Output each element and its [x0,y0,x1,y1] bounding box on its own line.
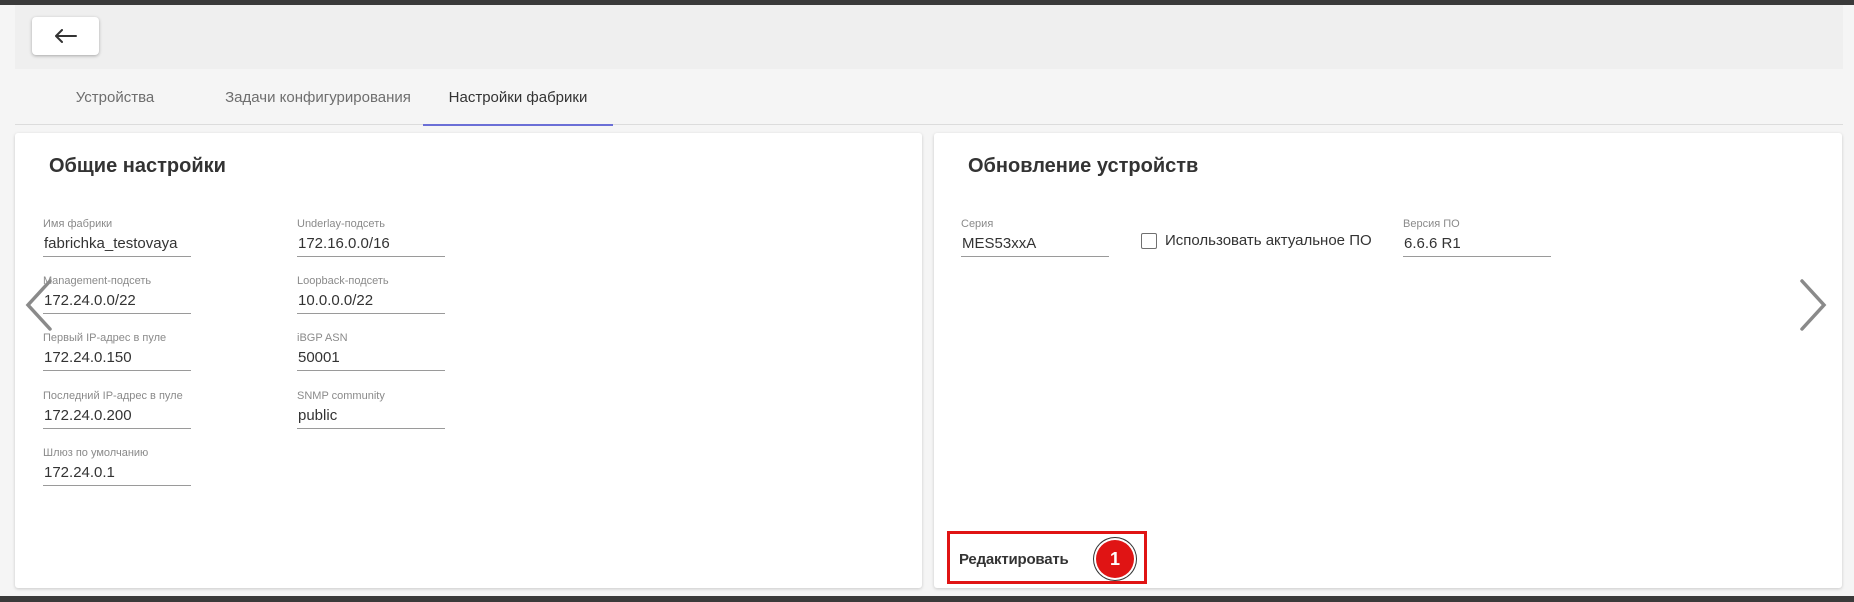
management-subnet-field[interactable]: Management-подсеть 172.24.0.0/22 [43,274,191,314]
checkbox-label: Использовать актуальное ПО [1165,232,1372,249]
tab-devices[interactable]: Устройства [35,69,195,125]
chevron-right-icon[interactable] [1796,277,1830,333]
use-latest-software-checkbox[interactable]: Использовать актуальное ПО [1141,232,1372,249]
top-bar [15,5,1843,69]
underlay-subnet-field[interactable]: Underlay-подсеть 172.16.0.0/16 [297,217,445,257]
fabric-name-field[interactable]: Имя фабрики fabrichka_testovaya [43,217,191,257]
arrow-left-icon [54,29,77,43]
series-field[interactable]: Серия MES53xxA [961,217,1109,257]
checkbox-box[interactable] [1141,232,1157,249]
snmp-community-field[interactable]: SNMP community public [297,389,445,429]
field-value: 50001 [297,347,445,371]
first-ip-field[interactable]: Первый IP-адрес в пуле 172.24.0.150 [43,331,191,371]
field-value: 10.0.0.0/22 [297,290,445,314]
software-version-field[interactable]: Версия ПО 6.6.6 R1 [1403,217,1551,257]
field-value: fabrichka_testovaya [43,233,191,257]
default-gateway-field[interactable]: Шлюз по умолчанию 172.24.0.1 [43,446,191,486]
field-label: Последний IP-адрес в пуле [43,390,183,402]
last-ip-field[interactable]: Последний IP-адрес в пуле 172.24.0.200 [43,389,191,429]
field-value: 172.24.0.200 [43,405,191,429]
field-label: iBGP ASN [297,332,348,344]
field-value: 172.16.0.0/16 [297,233,445,257]
loopback-subnet-field[interactable]: Loopback-подсеть 10.0.0.0/22 [297,274,445,314]
field-value: MES53xxA [961,233,1109,257]
field-label: Шлюз по умолчанию [43,447,149,459]
field-label: Имя фабрики [43,218,113,230]
field-label: SNMP community [297,390,385,402]
general-settings-title: Общие настройки [49,155,226,177]
edit-button[interactable]: Редактировать [959,551,1069,568]
tab-bar: Устройства Задачи конфигурирования Настр… [15,69,1843,126]
step-badge: 1 [1096,540,1134,578]
field-label: Версия ПО [1403,218,1460,230]
ibgp-asn-field[interactable]: iBGP ASN 50001 [297,331,445,371]
field-value: 172.24.0.150 [43,347,191,371]
field-label: Management-подсеть [43,275,152,287]
field-value: public [297,405,445,429]
device-update-title: Обновление устройств [968,155,1199,177]
field-label: Первый IP-адрес в пуле [43,332,167,344]
general-settings-card: Общие настройки Имя фабрики fabrichka_te… [15,133,922,588]
tab-config-tasks[interactable]: Задачи конфигурирования [201,69,435,125]
field-label: Серия [961,218,994,230]
device-update-card: Обновление устройств Серия MES53xxA Верс… [934,133,1842,588]
chevron-left-icon[interactable] [22,277,56,333]
field-value: 172.24.0.0/22 [43,290,191,314]
back-button[interactable] [32,17,99,55]
field-value: 6.6.6 R1 [1403,233,1551,257]
field-label: Underlay-подсеть [297,218,385,230]
app-screen: Устройства Задачи конфигурирования Настр… [0,5,1854,596]
field-value: 172.24.0.1 [43,462,191,486]
tab-fabric-settings[interactable]: Настройки фабрики [423,69,613,126]
field-label: Loopback-подсеть [297,275,389,287]
edit-highlight-box: Редактировать 1 [947,531,1147,584]
